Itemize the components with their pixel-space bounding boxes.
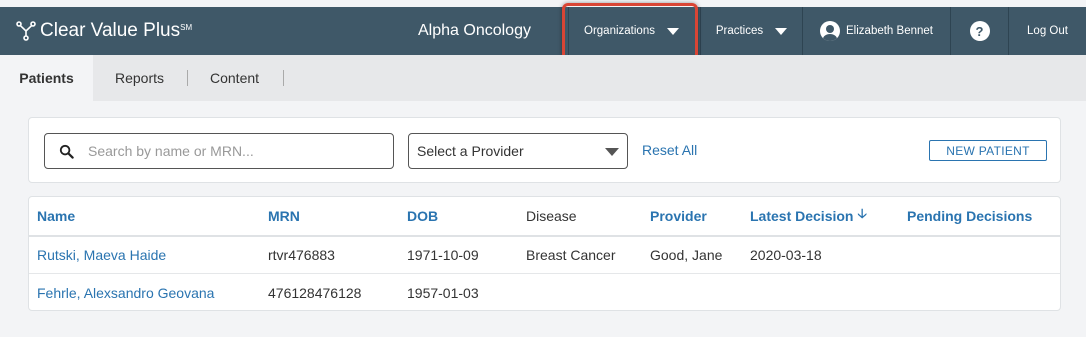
column-header-mrn[interactable]: MRN	[268, 197, 300, 235]
mrn-cell: rtvr476883	[268, 247, 335, 263]
column-header-name[interactable]: Name	[37, 197, 75, 235]
mrn-cell: 476128476128	[268, 284, 362, 301]
filter-panel: Select a Provider Reset All NEW PATIENT	[28, 117, 1061, 183]
caret-down-icon	[775, 27, 788, 35]
search-box	[44, 133, 394, 169]
table-header-row: Name MRN DOB Disease Provider Latest Dec…	[29, 197, 1060, 237]
new-patient-button[interactable]: NEW PATIENT	[929, 140, 1047, 161]
chevron-down-icon	[605, 148, 619, 156]
tab-reports[interactable]: Reports	[115, 55, 164, 101]
column-header-provider[interactable]: Provider	[650, 197, 707, 235]
tab-label: Reports	[115, 70, 165, 86]
disease-cell: Breast Cancer	[526, 247, 616, 263]
table-row[interactable]: Fehrle, Alexsandro Geovana 476128476128 …	[29, 274, 1060, 311]
practices-dropdown[interactable]: Practices	[700, 7, 802, 55]
tab-bar: Patients Reports Content	[0, 55, 1086, 101]
branch-logo-icon	[16, 21, 36, 41]
top-navbar: Clear Value Plus SM Alpha Oncology Organi…	[0, 7, 1086, 55]
tab-label: Patients	[19, 70, 74, 86]
provider-cell: Good, Jane	[650, 247, 723, 263]
patients-table: Name MRN DOB Disease Provider Latest Dec…	[28, 196, 1061, 311]
column-header-label: Latest Decision	[750, 208, 854, 224]
brand-service-mark: SM	[180, 22, 193, 32]
latest-decision-cell: 2020-03-18	[750, 247, 822, 263]
sort-descending-icon: 🡣	[857, 206, 867, 221]
highlight-box	[562, 3, 698, 61]
tab-patients[interactable]: Patients	[0, 55, 93, 101]
search-input[interactable]	[88, 143, 368, 159]
brand-logo[interactable]: Clear Value Plus SM	[16, 7, 192, 55]
dob-cell: 1971-10-09	[407, 247, 479, 263]
user-name: Elizabeth Bennet	[846, 25, 933, 37]
help-button[interactable]: ?	[950, 7, 1008, 55]
table-row[interactable]: Rutski, Maeva Haide rtvr476883 1971-10-0…	[29, 237, 1060, 274]
brand-name: Clear Value Plus	[40, 20, 181, 41]
patient-name-link[interactable]: Rutski, Maeva Haide	[37, 237, 166, 273]
reset-all-link[interactable]: Reset All	[642, 142, 697, 158]
provider-select[interactable]: Select a Provider	[408, 133, 628, 169]
tab-divider	[187, 70, 188, 86]
tab-content[interactable]: Content	[210, 55, 259, 101]
help-icon: ?	[969, 21, 990, 41]
provider-select-value: Select a Provider	[417, 143, 524, 159]
column-header-latest-decision[interactable]: Latest Decision 🡣	[750, 197, 867, 235]
column-header-disease: Disease	[526, 208, 577, 224]
tab-divider	[283, 70, 284, 86]
organization-title: Alpha Oncology	[418, 22, 531, 39]
logout-label: Log Out	[1027, 25, 1068, 37]
logout-button[interactable]: Log Out	[1008, 7, 1086, 55]
user-menu[interactable]: Elizabeth Bennet	[802, 7, 950, 55]
dob-cell: 1957-01-03	[407, 284, 479, 301]
search-icon	[59, 144, 74, 159]
column-header-dob[interactable]: DOB	[407, 197, 438, 235]
column-header-pending-decisions[interactable]: Pending Decisions	[907, 197, 1032, 235]
user-avatar-icon	[820, 21, 841, 41]
tab-label: Content	[210, 70, 260, 86]
practices-label: Practices	[715, 25, 764, 37]
patient-name-link[interactable]: Fehrle, Alexsandro Geovana	[37, 274, 214, 311]
